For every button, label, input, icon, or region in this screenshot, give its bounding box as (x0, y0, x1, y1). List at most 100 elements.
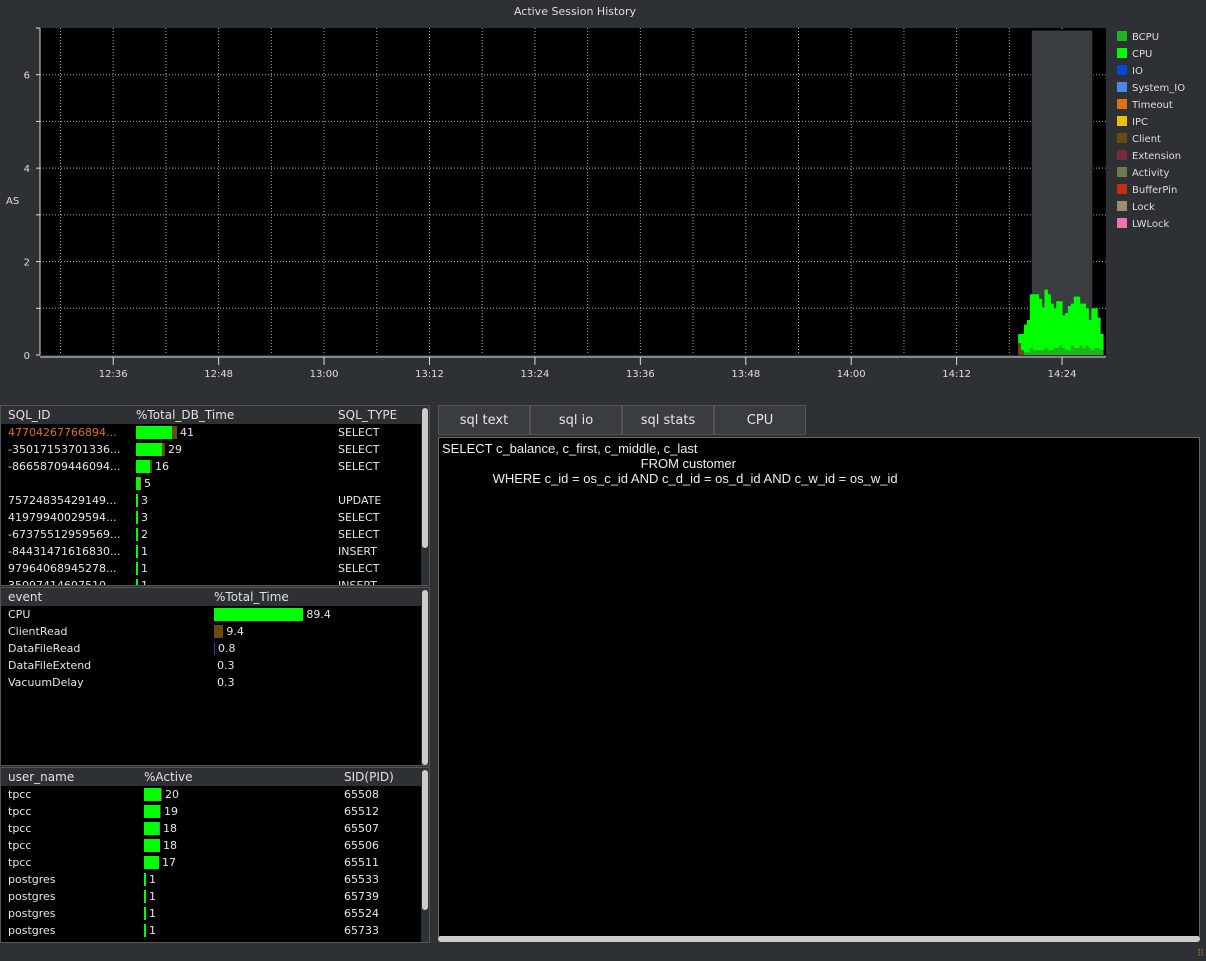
legend-item[interactable]: LWLock (1117, 218, 1170, 230)
resize-grip-icon[interactable]: ⠿ (1197, 949, 1204, 959)
table-row[interactable]: tpcc 17 65511 (1, 854, 429, 871)
pct-value: 41 (180, 425, 194, 439)
bar-cpu (1038, 298, 1043, 351)
table-row[interactable]: tpcc 20 65508 (1, 786, 429, 803)
bar-bcpu (1082, 347, 1086, 355)
table-row[interactable]: postgres 1 65733 (1, 922, 429, 939)
legend-item[interactable]: Client (1117, 133, 1161, 145)
x-tick-label: 13:48 (731, 369, 760, 380)
table-row[interactable]: tpcc 18 65507 (1, 820, 429, 837)
table-row[interactable]: 35097414697510... 1 INSERT (1, 577, 429, 585)
pct-value: 1 (141, 561, 148, 575)
bar-cpu (1035, 294, 1040, 351)
legend-label: BCPU (1132, 32, 1159, 43)
table-row[interactable]: -86658709446094... 16 SELECT (1, 458, 429, 475)
bar-cpu (1021, 333, 1025, 351)
pct-bar (214, 608, 304, 622)
pct-bar (144, 890, 146, 904)
column-header[interactable]: event (1, 590, 207, 604)
pct-cell: 29 (129, 443, 331, 457)
table-row[interactable]: ClientRead 9.4 (1, 623, 429, 640)
bar-bcpu (1097, 347, 1101, 355)
scrollbar[interactable] (421, 406, 429, 585)
tab-sql-stats[interactable]: sql stats (622, 405, 714, 435)
column-header[interactable]: SQL_TYPE (331, 408, 421, 422)
table-row[interactable]: 5 (1, 475, 429, 492)
legend-label: Activity (1132, 168, 1169, 179)
pct-value: 89.4 (306, 607, 331, 621)
event-name: DataFileRead (8, 642, 81, 655)
bar-cpu (1070, 303, 1075, 346)
table-row[interactable]: postgres 1 65524 (1, 905, 429, 922)
legend-item[interactable]: BufferPin (1117, 184, 1177, 196)
bar-bcpu (1094, 347, 1098, 355)
legend-swatch (1117, 218, 1127, 228)
tab-cpu[interactable]: CPU (714, 405, 806, 435)
pct-cell: 19 (137, 805, 337, 819)
sid-pid: 65733 (344, 924, 379, 937)
session-table: user_name %Active SID(PID) tpcc 20 65508 tpcc 1… (0, 767, 430, 943)
table-row[interactable]: -35017153701336... 29 SELECT (1, 441, 429, 458)
column-header[interactable]: SQL_ID (1, 408, 129, 422)
sql-type: SELECT (338, 562, 380, 575)
legend-item[interactable]: CPU (1117, 48, 1152, 60)
sql-id: 97964068945278... (8, 562, 117, 575)
legend-item[interactable]: Activity (1117, 167, 1169, 179)
column-header[interactable]: %Total_Time (207, 590, 417, 604)
sql-text-view[interactable]: SELECT c_balance, c_first, c_middle, c_l… (438, 437, 1200, 937)
event-name: VacuumDelay (8, 676, 84, 689)
legend-item[interactable]: Lock (1117, 201, 1155, 213)
sql-type: UPDATE (338, 494, 382, 507)
table-row[interactable]: -67375512959569... 2 SELECT (1, 526, 429, 543)
legend-item[interactable]: IO (1117, 65, 1143, 77)
table-row[interactable]: 41979940029594... 3 SELECT (1, 509, 429, 526)
legend-item[interactable]: System_IO (1117, 82, 1185, 94)
plot-area (40, 28, 1106, 355)
bar-cpu (1076, 296, 1081, 348)
table-row[interactable]: 75724835429149... 3 UPDATE (1, 492, 429, 509)
column-header[interactable]: %Active (137, 770, 337, 784)
scrollbar[interactable] (421, 768, 429, 942)
bar-cpu (1082, 303, 1086, 348)
table-row[interactable]: CPU 89.4 (1, 606, 429, 623)
user-name: tpcc (8, 805, 32, 818)
pct-value: 0.3 (217, 675, 235, 689)
sql-id: 47704267766894... (8, 426, 117, 439)
table-row[interactable]: -84431471616830... 1 INSERT (1, 543, 429, 560)
column-header[interactable]: SID(PID) (337, 770, 417, 784)
pct-value: 5 (144, 476, 151, 490)
legend-swatch (1117, 99, 1127, 109)
tab-sql-io[interactable]: sql io (530, 405, 622, 435)
legend-item[interactable]: BCPU (1117, 31, 1159, 43)
horizontal-scrollbar[interactable] (438, 936, 1200, 942)
table-row[interactable]: 97964068945278... 1 SELECT (1, 560, 429, 577)
table-row[interactable]: postgres 1 65739 (1, 888, 429, 905)
column-header[interactable]: %Total_DB_Time (129, 408, 331, 422)
sql-id: 75724835429149... (8, 494, 117, 507)
pct-bar (144, 788, 161, 802)
tab-sql-text[interactable]: sql text (438, 405, 530, 435)
column-header[interactable]: user_name (1, 770, 137, 784)
legend-swatch (1117, 31, 1127, 41)
table-row[interactable]: VacuumDelay 0.3 (1, 674, 429, 691)
pct-value: 18 (163, 838, 177, 852)
scrollbar[interactable] (421, 588, 429, 765)
y-axis-label: AS (6, 196, 19, 207)
table-row[interactable]: postgres 1 65533 (1, 871, 429, 888)
table-row[interactable]: tpcc 19 65512 (1, 803, 429, 820)
bar-bcpu (1085, 345, 1089, 355)
legend-item[interactable]: Timeout (1117, 99, 1173, 111)
table-row[interactable]: tpcc 18 65506 (1, 837, 429, 854)
pct-bar (144, 839, 160, 853)
sql-type: SELECT (338, 528, 380, 541)
pct-bar (136, 494, 138, 508)
table-row[interactable]: DataFileRead 0.8 (1, 640, 429, 657)
bar-cpu (1094, 308, 1098, 348)
legend-item[interactable]: Extension (1117, 150, 1181, 162)
ash-chart[interactable]: Active Session History AS 0 2 4 6 12:36 12:48 13… (0, 0, 1206, 400)
bar-cpu (1047, 294, 1051, 351)
table-row[interactable]: DataFileExtend 0.3 (1, 657, 429, 674)
table-row[interactable]: 47704267766894... 41 SELECT (1, 424, 429, 441)
legend-item[interactable]: IPC (1117, 116, 1148, 128)
event-name: CPU (8, 608, 31, 621)
